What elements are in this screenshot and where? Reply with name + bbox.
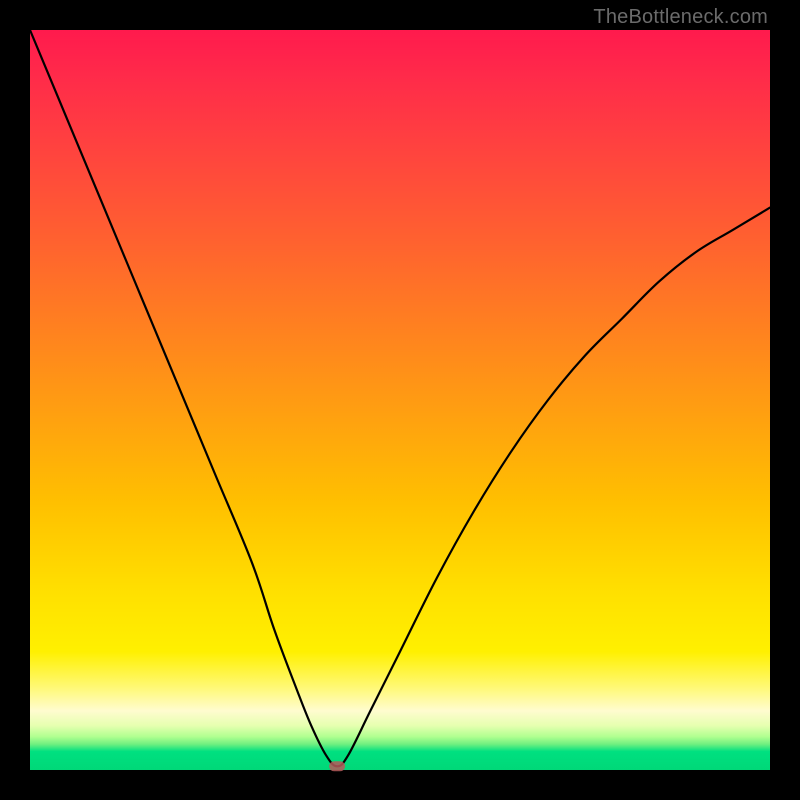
curve-svg — [30, 30, 770, 770]
bottleneck-curve — [30, 30, 770, 766]
chart-frame: TheBottleneck.com — [0, 0, 800, 800]
plot-area — [30, 30, 770, 770]
watermark-text: TheBottleneck.com — [593, 6, 768, 29]
minimum-marker — [329, 761, 345, 771]
